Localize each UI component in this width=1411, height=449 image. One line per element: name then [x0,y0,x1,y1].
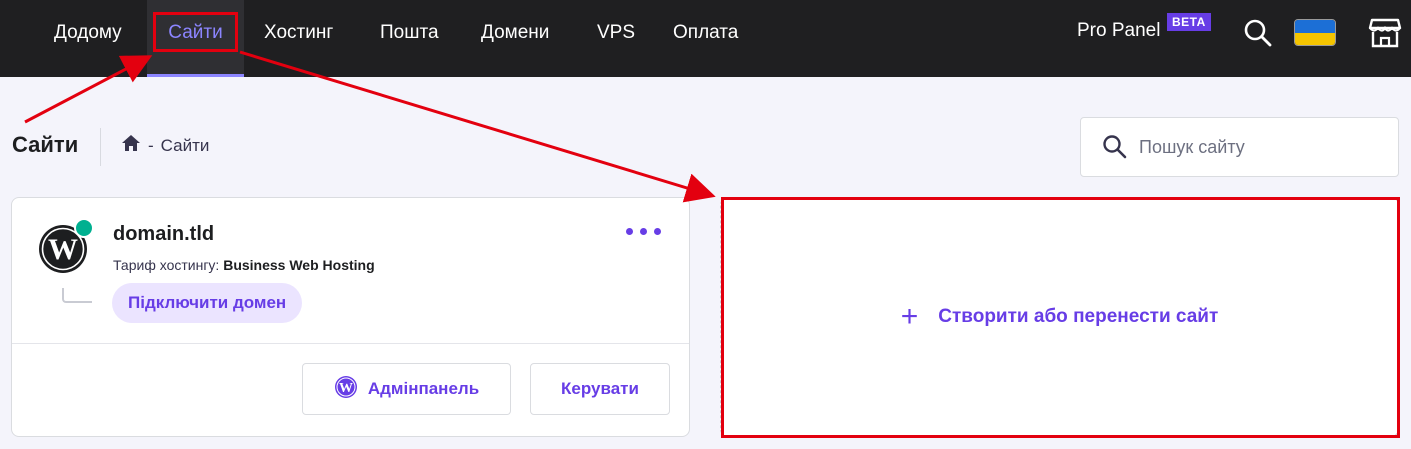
svg-text:W: W [339,381,353,396]
header-divider [100,128,101,166]
tree-connector [62,288,92,303]
create-site-label: Створити або перенести сайт [938,306,1219,327]
manage-button[interactable]: Керувати [530,363,670,415]
create-or-migrate-site-button[interactable]: + Створити або перенести сайт [720,197,1399,437]
plus-icon: + [900,300,919,333]
site-search-box [1080,117,1399,177]
nav-item-vps[interactable]: VPS [597,0,635,77]
admin-panel-button[interactable]: W Адмінпанель [302,363,511,415]
nav-item-hosting[interactable]: Хостинг [264,0,333,77]
breadcrumb-separator: - [148,135,154,155]
site-search-input[interactable] [1139,134,1379,160]
nav-item-billing[interactable]: Оплата [673,0,738,77]
wordpress-icon: W [334,375,358,404]
page-title: Сайти [12,132,79,157]
hosting-plan: Тариф хостингу: Business Web Hosting [113,257,375,273]
manage-label: Керувати [561,379,639,398]
svg-text:W: W [48,233,78,266]
nav-item-email[interactable]: Пошта [380,0,439,77]
search-icon[interactable] [1243,18,1273,48]
admin-panel-label: Адмінпанель [367,379,480,398]
nav-item-domains[interactable]: Домени [481,0,549,77]
site-domain: domain.tld [113,223,215,245]
search-icon [1102,134,1128,165]
card-divider [12,343,689,344]
beta-badge: BETA [1167,13,1211,31]
breadcrumb-current: Сайти [160,135,210,155]
store-icon[interactable] [1368,17,1402,49]
nav-item-sites[interactable]: Сайти [147,0,244,77]
ukraine-flag-icon[interactable] [1294,19,1336,46]
hosting-plan-label: Тариф хостингу: [113,257,220,273]
connect-domain-button[interactable]: Підключити домен [112,283,303,323]
top-navigation-bar: Додому Сайти Хостинг Пошта Домени VPS Оп… [0,0,1411,77]
breadcrumb: - Сайти [121,134,209,157]
pro-panel-link[interactable]: Pro Panel [1077,20,1160,42]
site-card: W domain.tld Тариф хостингу: Business We… [11,197,690,437]
status-online-indicator [74,218,94,238]
hosting-plan-name: Business Web Hosting [223,257,375,273]
nav-item-home[interactable]: Додому [54,0,122,77]
more-dots-icon[interactable] [626,228,661,235]
home-icon[interactable] [121,134,141,157]
